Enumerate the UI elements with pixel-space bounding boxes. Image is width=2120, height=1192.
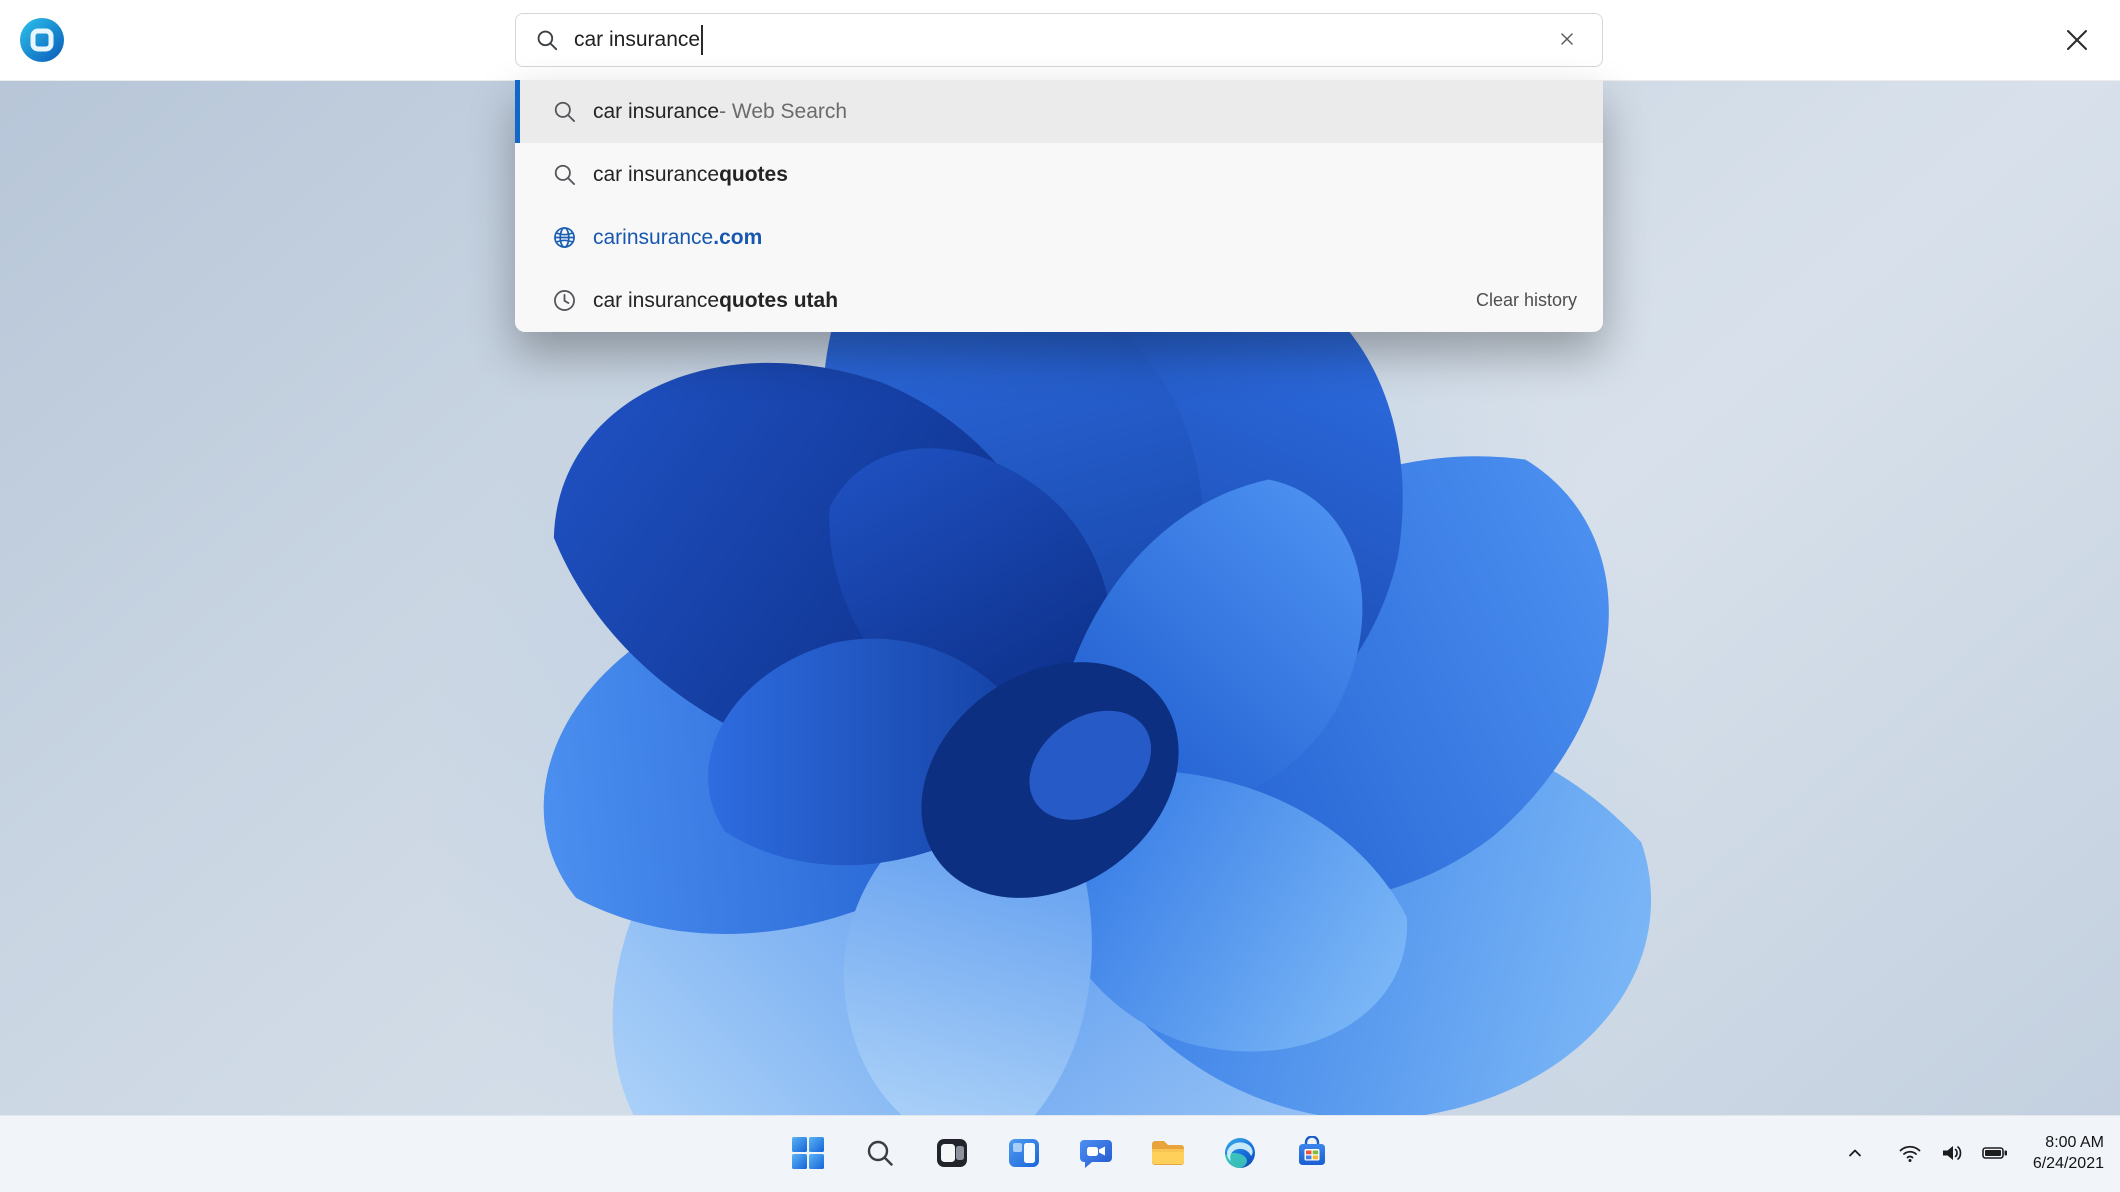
wifi-button[interactable]: [1893, 1136, 1927, 1173]
file-explorer-icon: [1150, 1136, 1186, 1173]
widgets-icon: [1007, 1136, 1041, 1173]
text-cursor: [701, 25, 703, 55]
system-tray: 8:00 AM 6/24/2021: [1839, 1116, 2104, 1192]
store-icon: [1295, 1136, 1329, 1173]
wifi-icon: [1897, 1140, 1923, 1169]
close-x-icon: [1556, 28, 1578, 53]
tray-time: 8:00 AM: [2033, 1133, 2104, 1154]
volume-button[interactable]: [1935, 1136, 1969, 1173]
task-view-icon: [935, 1136, 969, 1173]
suggestion-text: car insurance: [593, 289, 719, 313]
tray-clock[interactable]: 8:00 AM 6/24/2021: [2033, 1133, 2104, 1175]
suggestion-text: carinsurance: [593, 226, 713, 250]
suggestion-text: car insurance: [593, 100, 719, 124]
taskbar: 8:00 AM 6/24/2021: [0, 1115, 2120, 1192]
battery-icon: [1981, 1140, 2009, 1169]
search-icon: [551, 98, 578, 125]
search-header-bar: car insurance: [0, 0, 2120, 81]
microsoft-store-button[interactable]: [1289, 1131, 1335, 1177]
edge-icon: [1223, 1136, 1257, 1173]
suggestion-text-bold: quotes utah: [719, 289, 838, 313]
suggestion-history[interactable]: car insurance quotes utah Clear history: [515, 269, 1603, 332]
suggestion-suffix: - Web Search: [719, 100, 847, 124]
selection-accent-bar: [515, 80, 520, 143]
suggestion-quotes[interactable]: car insurance quotes: [515, 143, 1603, 206]
search-query-text: car insurance: [574, 28, 700, 52]
search-suggestions-panel: car insurance - Web Search car insurance…: [515, 80, 1603, 332]
chat-button[interactable]: [1073, 1131, 1119, 1177]
suggestion-web-search[interactable]: car insurance - Web Search: [515, 80, 1603, 143]
search-icon: [864, 1137, 896, 1172]
tray-overflow-button[interactable]: [1839, 1137, 1871, 1172]
battery-button[interactable]: [1977, 1136, 2013, 1173]
chat-icon: [1079, 1136, 1113, 1173]
clear-search-button[interactable]: [1550, 22, 1584, 59]
start-button[interactable]: [785, 1131, 831, 1177]
start-icon: [791, 1136, 825, 1173]
suggestion-website[interactable]: carinsurance .com: [515, 206, 1603, 269]
close-window-button[interactable]: [2058, 22, 2096, 60]
search-icon: [551, 161, 578, 188]
close-x-icon: [2060, 23, 2094, 60]
search-icon: [534, 27, 560, 53]
volume-icon: [1939, 1140, 1965, 1169]
file-explorer-button[interactable]: [1145, 1131, 1191, 1177]
taskbar-center-icons: [785, 1116, 1335, 1192]
search-input[interactable]: car insurance: [515, 13, 1603, 67]
clear-history-button[interactable]: Clear history: [1474, 286, 1579, 315]
globe-icon: [551, 224, 578, 251]
history-icon: [551, 287, 578, 314]
browser-logo-icon: [18, 16, 66, 64]
suggestion-text-bold: .com: [713, 226, 762, 250]
task-view-button[interactable]: [929, 1131, 975, 1177]
suggestion-text: car insurance: [593, 163, 719, 187]
suggestion-text-bold: quotes: [719, 163, 788, 187]
edge-browser-button[interactable]: [1217, 1131, 1263, 1177]
screen: car insurance: [0, 0, 2120, 1192]
taskbar-search-button[interactable]: [857, 1131, 903, 1177]
chevron-up-icon: [1843, 1141, 1867, 1168]
tray-date: 6/24/2021: [2033, 1154, 2104, 1175]
widgets-button[interactable]: [1001, 1131, 1047, 1177]
